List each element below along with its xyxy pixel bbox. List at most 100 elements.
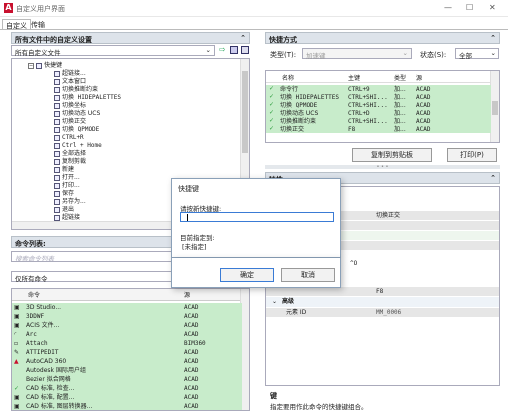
search-placeholder: 搜索命令列表: [15, 255, 54, 263]
shortcuts-panel-header[interactable]: 快捷方式 ⌃: [265, 32, 500, 44]
tree-item[interactable]: CTRL+R: [54, 134, 84, 141]
tree-item[interactable]: 切换动态 UCS: [54, 110, 100, 117]
minimize-icon[interactable]: —: [444, 3, 452, 12]
print-button[interactable]: 打印(P): [447, 148, 497, 162]
tree-item[interactable]: 超链接: [54, 214, 80, 221]
property-value[interactable]: 切换正交: [376, 212, 400, 219]
save-as-icon[interactable]: [241, 46, 249, 54]
ok-button[interactable]: 确定: [220, 268, 274, 282]
shortcuts-scroll-thumb[interactable]: [492, 101, 498, 115]
tree-item[interactable]: 切换坐标: [54, 102, 86, 109]
table-row[interactable]: ▣ ACIS 文件... ACAD: [12, 321, 242, 330]
expand-minus-icon[interactable]: −: [28, 63, 34, 69]
property-value[interactable]: F8: [376, 288, 383, 295]
table-row[interactable]: ✎ ATTIPEDIT ACAD: [12, 348, 242, 357]
chevron-down-icon[interactable]: ⌄: [272, 298, 277, 305]
element-id-value: MM_0006: [376, 309, 402, 316]
table-row[interactable]: Bezier 拟合网格 ACAD: [12, 375, 242, 384]
dialog-title: 快捷键: [178, 185, 199, 193]
table-row-selected[interactable]: ✓ 切换正交 F8 加... ACAD: [266, 125, 491, 133]
command-icon: [54, 118, 60, 125]
tree-item[interactable]: 切换 HIDEPALETTES: [54, 94, 121, 101]
open-file-icon[interactable]: ⇨: [219, 45, 228, 55]
files-combo-value: 所有自定义文件: [15, 49, 61, 57]
tree-item[interactable]: 切换推断约束: [54, 86, 98, 93]
command-icon: [54, 142, 60, 149]
tree-item[interactable]: 新建: [54, 166, 74, 173]
status-combo-value: 全部: [459, 52, 472, 60]
col-source[interactable]: 源: [184, 292, 190, 299]
table-row[interactable]: ✓ 切换动态 UCS CTRL+D 加... ACAD: [266, 109, 491, 117]
command-icon: [54, 94, 60, 101]
col-name[interactable]: 名称: [282, 75, 294, 82]
col-command[interactable]: 命令: [28, 292, 40, 299]
table-row[interactable]: ◜ Arc ACAD: [12, 330, 242, 339]
checkmark-icon: ✓: [269, 117, 275, 124]
save-icon[interactable]: [230, 46, 238, 54]
tree-item[interactable]: 全部选择: [54, 150, 86, 157]
tree-item[interactable]: 超链接...: [54, 70, 86, 77]
checkmark-icon: ✓: [269, 109, 275, 116]
app-logo-icon: A: [4, 3, 13, 13]
table-row[interactable]: ▣ CAD 标准, 图层转换器... ACAD: [12, 402, 242, 410]
tab-divider: [0, 29, 508, 30]
tree-item[interactable]: 另存为...: [54, 198, 86, 205]
status-combo[interactable]: 全部 ⌄: [455, 48, 499, 60]
col-key[interactable]: 主键: [348, 75, 360, 82]
collapse-chevron-icon[interactable]: ⌃: [490, 174, 496, 182]
command-icon: [54, 190, 60, 197]
files-combo[interactable]: 所有自定义文件 ⌄: [11, 45, 215, 57]
property-value[interactable]: ^O: [350, 260, 357, 267]
table-row[interactable]: ▫ Attach BIM360: [12, 339, 242, 348]
table-row[interactable]: Autodesk 国际用户组 ACAD: [12, 366, 242, 375]
tree-item[interactable]: 文本窗口: [54, 78, 86, 85]
copy-to-clipboard-button[interactable]: 复制到剪贴板: [352, 148, 432, 162]
tree-item[interactable]: 退出: [54, 206, 74, 213]
command-icon: ▫: [14, 340, 19, 347]
dialog-extension: 确定 取消: [171, 258, 341, 288]
command-icon: [54, 102, 60, 109]
table-row[interactable]: ▣ 3DDWF ACAD: [12, 312, 242, 321]
new-shortcut-input[interactable]: [180, 212, 334, 222]
col-source[interactable]: 源: [416, 75, 422, 82]
close-icon[interactable]: ✕: [489, 3, 496, 12]
command-icon: ▣: [14, 394, 20, 401]
shortcuts-table-header: 名称 主键 类型 源: [266, 71, 491, 83]
table-row[interactable]: ▣ 3D Studio... ACAD: [12, 303, 242, 312]
tree-scroll-thumb[interactable]: [242, 71, 248, 153]
table-row[interactable]: ✓ 切换推断约束 CTRL+SHI... 加... ACAD: [266, 117, 491, 125]
shortcuts-table[interactable]: 名称 主键 类型 源 ✓ 命令行 CTRL+9 加... ACAD ✓ 切换 HIDEPA…: [265, 70, 500, 143]
tree-item[interactable]: Ctrl + Home: [54, 142, 102, 149]
element-id-label: 元素 ID: [286, 309, 307, 316]
tree-item[interactable]: 切换正交: [54, 118, 86, 125]
collapse-chevron-icon[interactable]: ⌃: [490, 34, 496, 42]
tree-item[interactable]: 复制剪裁: [54, 158, 86, 165]
tree-item[interactable]: 打印...: [54, 182, 80, 189]
tree-item[interactable]: 打开...: [54, 174, 80, 181]
type-label: 类型(T):: [270, 51, 297, 59]
tree-item[interactable]: − 快捷键: [28, 62, 62, 69]
command-icon: [54, 206, 60, 213]
shortcuts-scrollbar[interactable]: [490, 71, 499, 142]
table-row[interactable]: ✓ 切换 QPMODE CTRL+SHI... 加... ACAD: [266, 101, 491, 109]
table-row[interactable]: ✓ 命令行 CTRL+9 加... ACAD: [266, 85, 491, 93]
text-caret: [187, 214, 188, 221]
splitter-grip[interactable]: • • •: [265, 165, 500, 170]
table-row[interactable]: ✓ CAD 标准, 检查... ACAD: [12, 384, 242, 393]
collapse-chevron-icon[interactable]: ⌃: [240, 34, 246, 42]
advanced-category[interactable]: ⌄ 高级: [266, 297, 499, 307]
maximize-icon[interactable]: ☐: [466, 3, 473, 12]
cancel-button[interactable]: 取消: [281, 268, 335, 282]
command-icon: [54, 158, 60, 165]
tree-item[interactable]: 切换 QPMODE: [54, 126, 99, 133]
table-row[interactable]: ▲ AutoCAD 360 ACAD: [12, 357, 242, 366]
files-panel-header[interactable]: 所有文件中的自定义设置 ⌃: [11, 32, 250, 44]
tree-item[interactable]: 保存: [54, 190, 74, 197]
command-table[interactable]: 命令 源 ▣ 3D Studio... ACAD ▣ 3DDWF ACAD ▣ ACIS …: [11, 288, 250, 411]
description-text: 指定要用作此命令的快捷键组合。: [270, 403, 368, 411]
command-icon: [54, 150, 60, 157]
table-row[interactable]: ✓ 切换 HIDEPALETTES CTRL+SHI... 加... ACAD: [266, 93, 491, 101]
col-type[interactable]: 类型: [394, 75, 406, 82]
type-combo[interactable]: 加速键 ⌄: [302, 48, 412, 60]
table-row[interactable]: ▣ CAD 标准, 配置... ACAD: [12, 393, 242, 402]
